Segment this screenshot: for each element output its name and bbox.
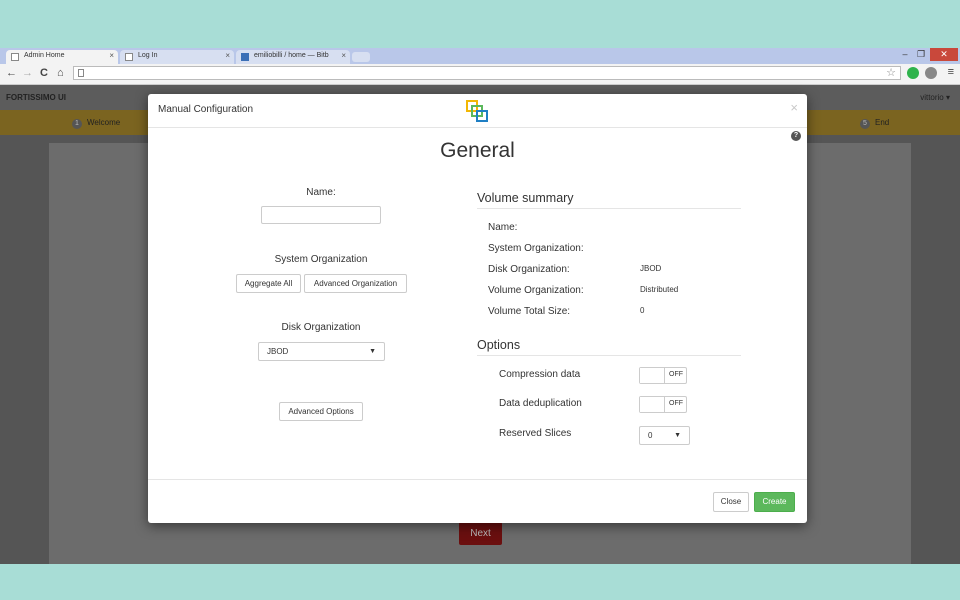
restore-button[interactable]: ❐: [914, 48, 928, 61]
deduplication-toggle[interactable]: OFF: [639, 396, 687, 413]
modal-title: Manual Configuration: [158, 104, 254, 115]
next-button[interactable]: Next: [459, 522, 502, 545]
create-button[interactable]: Create: [754, 492, 795, 512]
advanced-options-button[interactable]: Advanced Options: [279, 402, 363, 421]
step-number: 5: [860, 119, 870, 129]
tab-close-icon[interactable]: ×: [341, 51, 346, 60]
name-label: Name:: [306, 187, 336, 198]
compression-toggle[interactable]: OFF: [639, 367, 687, 384]
summary-label: Disk Organization:: [488, 264, 570, 275]
modal-footer-divider: [148, 479, 807, 480]
toggle-knob: [640, 397, 665, 412]
bookmark-star-icon[interactable]: ☆: [886, 66, 896, 79]
toggle-state: OFF: [669, 371, 683, 378]
app-logo-icon: [466, 97, 494, 123]
tab-title: Log In: [138, 52, 158, 59]
user-menu[interactable]: vittorio ▾: [920, 93, 950, 102]
summary-label: Volume Organization:: [488, 285, 584, 296]
step-end[interactable]: 5 End: [860, 118, 889, 129]
tab-strip: Admin Home × Log In × emiliobilli / home…: [0, 48, 960, 64]
caret-down-icon: ▼: [369, 348, 376, 355]
back-icon[interactable]: ←: [6, 67, 17, 79]
summary-value: JBOD: [640, 264, 662, 273]
page-icon: [78, 69, 84, 77]
summary-label: Volume Total Size:: [488, 306, 571, 317]
close-button[interactable]: Close: [713, 492, 749, 512]
modal-close-icon[interactable]: ×: [790, 100, 798, 115]
aggregate-all-button[interactable]: Aggregate All: [236, 274, 301, 293]
summary-value: 0: [640, 306, 645, 315]
manual-configuration-modal: Manual Configuration × ? General Name: S…: [148, 94, 807, 523]
deduplication-label: Data deduplication: [499, 398, 582, 409]
tab-bitbucket[interactable]: emiliobilli / home — Bitb ×: [236, 50, 350, 64]
window-close-button[interactable]: ✕: [930, 48, 958, 61]
toggle-state: OFF: [669, 400, 683, 407]
options-heading: Options: [477, 338, 741, 356]
page-favicon-icon: [125, 53, 133, 61]
minimize-button[interactable]: –: [898, 48, 912, 61]
extension-green-icon[interactable]: [907, 67, 919, 79]
forward-icon[interactable]: →: [22, 67, 33, 79]
bitbucket-favicon-icon: [241, 53, 249, 61]
tab-title: emiliobilli / home — Bitb: [254, 52, 329, 59]
select-value: 0: [648, 431, 653, 440]
caret-down-icon: ▼: [674, 432, 681, 439]
name-input[interactable]: [261, 206, 381, 224]
advanced-organization-button[interactable]: Advanced Organization: [304, 274, 407, 293]
tab-close-icon[interactable]: ×: [109, 51, 114, 60]
chrome-menu-icon[interactable]: ≡: [948, 66, 954, 78]
extension-gear-icon[interactable]: [925, 67, 937, 79]
disk-organization-select[interactable]: JBOD ▼: [258, 342, 385, 361]
step-number: 1: [72, 119, 82, 129]
select-value: JBOD: [267, 347, 289, 356]
volume-summary-heading: Volume summary: [477, 191, 741, 209]
modal-heading: General: [440, 139, 515, 162]
address-bar[interactable]: ☆: [73, 66, 901, 80]
home-icon[interactable]: ⌂: [57, 67, 64, 79]
new-tab-button[interactable]: [352, 52, 370, 62]
summary-label: Name:: [488, 222, 518, 233]
compression-label: Compression data: [499, 369, 581, 380]
toggle-knob: [640, 368, 665, 383]
reload-icon[interactable]: C: [40, 67, 48, 79]
step-label: Welcome: [87, 118, 121, 127]
tab-log-in[interactable]: Log In ×: [120, 50, 234, 64]
page-favicon-icon: [11, 53, 19, 61]
tab-close-icon[interactable]: ×: [225, 51, 230, 60]
reserved-slices-label: Reserved Slices: [499, 428, 572, 439]
reserved-slices-select[interactable]: 0 ▼: [639, 426, 690, 445]
tab-admin-home[interactable]: Admin Home ×: [6, 50, 118, 64]
disk-organization-label: Disk Organization: [281, 322, 361, 333]
tab-title: Admin Home: [24, 52, 65, 59]
summary-label: System Organization:: [488, 243, 584, 254]
step-label: End: [875, 118, 890, 127]
step-welcome[interactable]: 1 Welcome: [72, 118, 120, 129]
modal-header: Manual Configuration ×: [148, 94, 807, 128]
browser-toolbar: ← → C ⌂ ☆ ≡: [0, 64, 960, 85]
brand-name[interactable]: FORTISSIMO UI: [6, 93, 66, 102]
system-organization-label: System Organization: [274, 254, 368, 265]
summary-value: Distributed: [640, 285, 679, 294]
